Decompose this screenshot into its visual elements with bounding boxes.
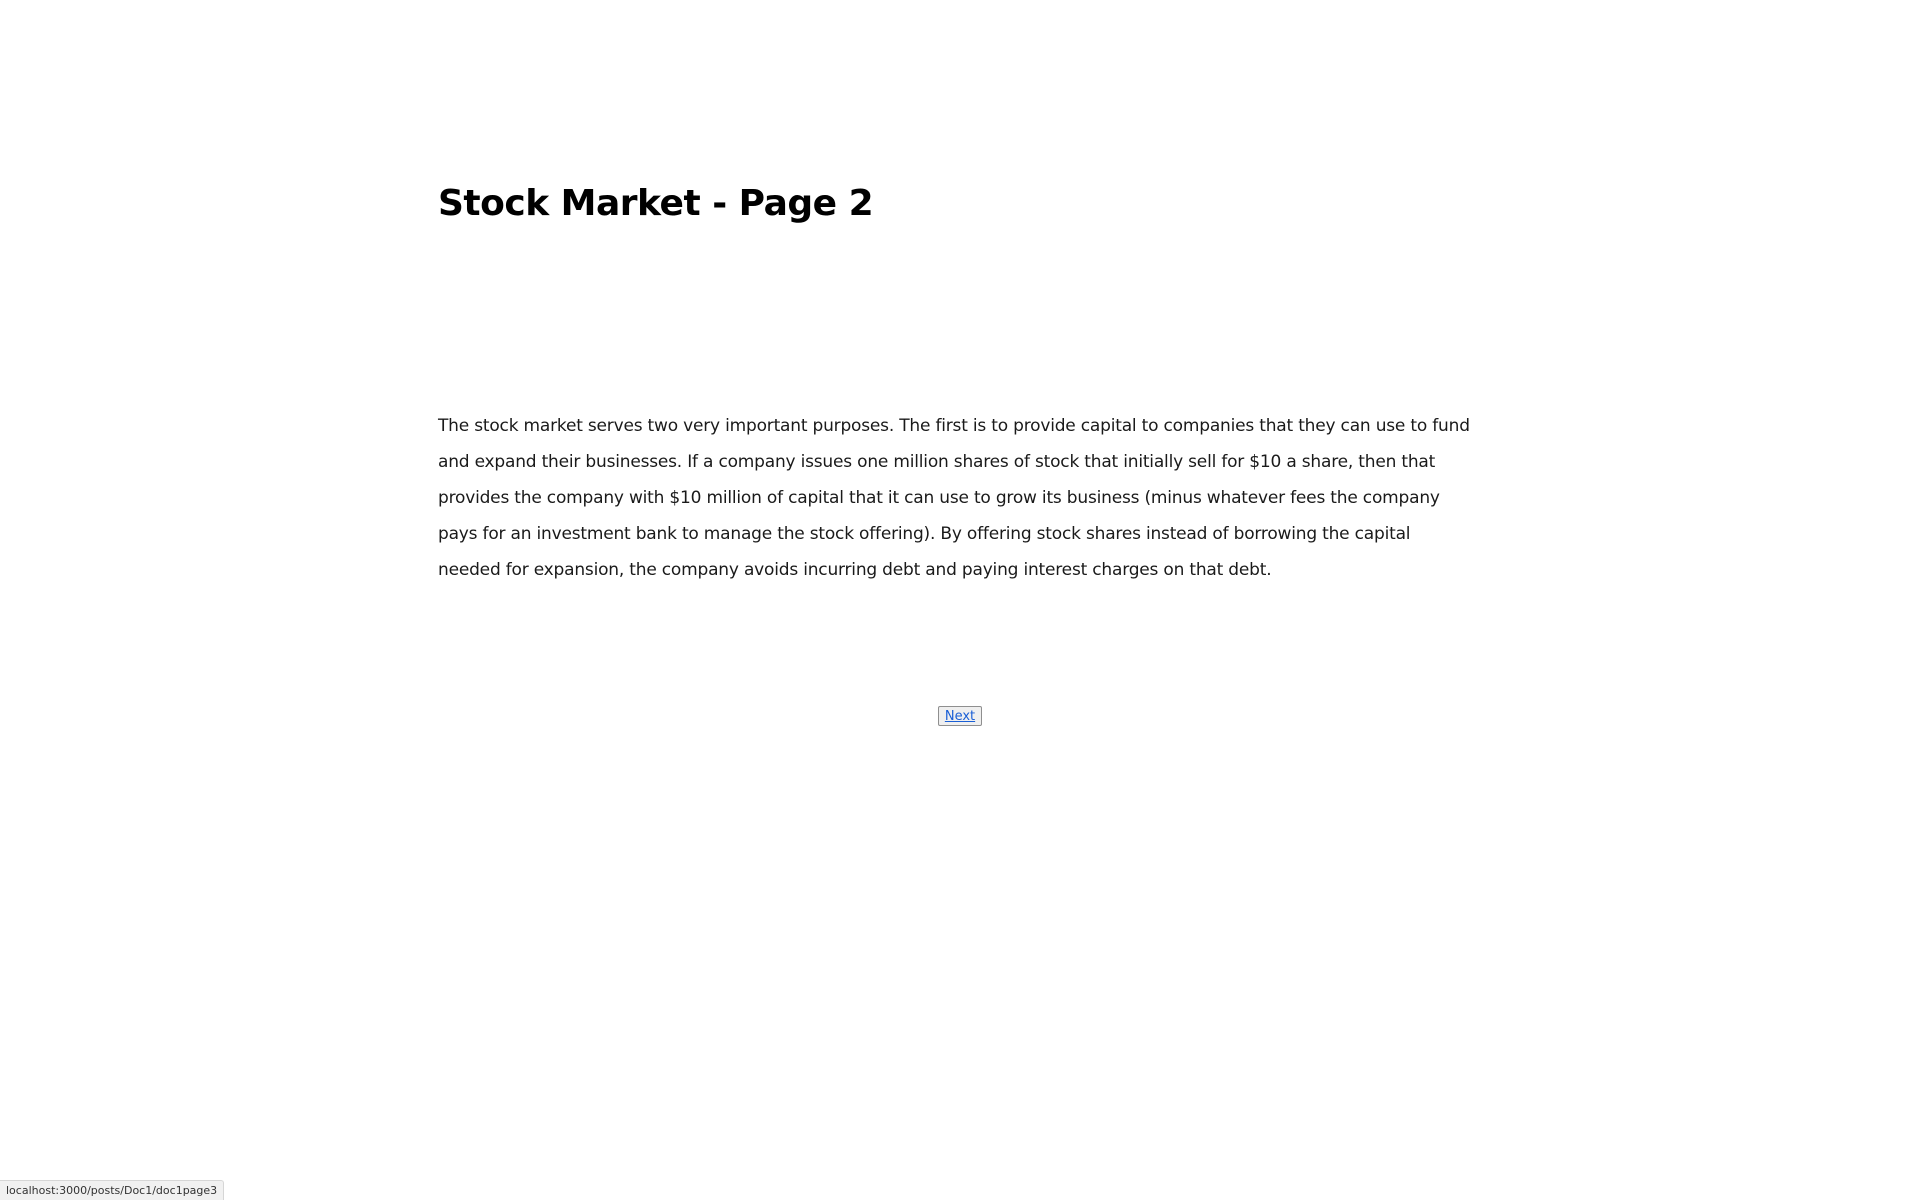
next-button[interactable]: Next <box>938 706 982 726</box>
page-title: Stock Market - Page 2 <box>438 183 874 224</box>
next-link[interactable]: Next <box>945 709 975 724</box>
article-paragraph: The stock market serves two very importa… <box>438 416 1470 580</box>
status-bar-url: localhost:3000/posts/Doc1/doc1page3 <box>0 1180 225 1200</box>
